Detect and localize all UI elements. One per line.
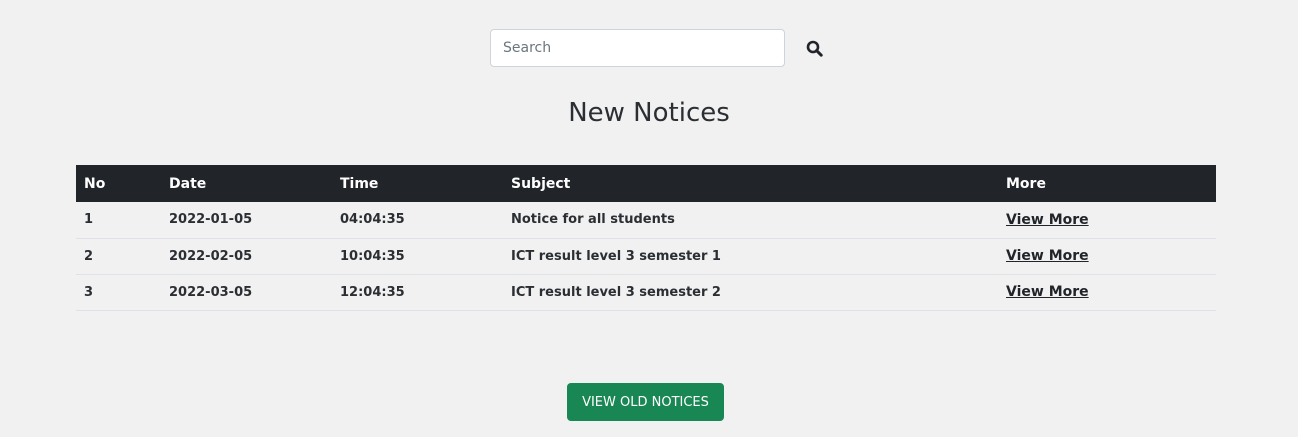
table-row: 2 2022-02-05 10:04:35 ICT result level 3… xyxy=(76,238,1216,275)
cell-no: 1 xyxy=(76,202,161,239)
column-header-time: Time xyxy=(332,165,503,202)
page-title: New Notices xyxy=(568,98,730,128)
view-more-link[interactable]: View More xyxy=(1006,284,1089,300)
view-old-notices-button[interactable]: VIEW OLD NOTICES xyxy=(567,383,724,421)
cell-time: 04:04:35 xyxy=(332,202,503,239)
table-row: 1 2022-01-05 04:04:35 Notice for all stu… xyxy=(76,202,1216,239)
table-header-row: No Date Time Subject More xyxy=(76,165,1216,202)
search-button[interactable] xyxy=(795,29,833,67)
notices-table: No Date Time Subject More 1 2022-01-05 0… xyxy=(76,165,1216,311)
cell-subject: ICT result level 3 semester 2 xyxy=(503,274,998,311)
view-more-link[interactable]: View More xyxy=(1006,248,1089,264)
cell-date: 2022-02-05 xyxy=(161,238,332,275)
cell-no: 3 xyxy=(76,274,161,311)
notices-page: New Notices No Date Time Subject More 1 … xyxy=(0,0,1298,437)
table-row: 3 2022-03-05 12:04:35 ICT result level 3… xyxy=(76,274,1216,311)
column-header-subject: Subject xyxy=(503,165,998,202)
cell-more: View More xyxy=(998,202,1216,239)
cell-more: View More xyxy=(998,238,1216,275)
cell-time: 10:04:35 xyxy=(332,238,503,275)
column-header-no: No xyxy=(76,165,161,202)
search-input[interactable] xyxy=(490,29,785,67)
column-header-date: Date xyxy=(161,165,332,202)
cell-subject: Notice for all students xyxy=(503,202,998,239)
cell-more: View More xyxy=(998,274,1216,311)
cell-date: 2022-01-05 xyxy=(161,202,332,239)
view-more-link[interactable]: View More xyxy=(1006,212,1089,228)
column-header-more: More xyxy=(998,165,1216,202)
search-bar xyxy=(490,29,833,67)
cell-no: 2 xyxy=(76,238,161,275)
cell-subject: ICT result level 3 semester 1 xyxy=(503,238,998,275)
cell-date: 2022-03-05 xyxy=(161,274,332,311)
search-icon xyxy=(806,40,823,57)
cell-time: 12:04:35 xyxy=(332,274,503,311)
